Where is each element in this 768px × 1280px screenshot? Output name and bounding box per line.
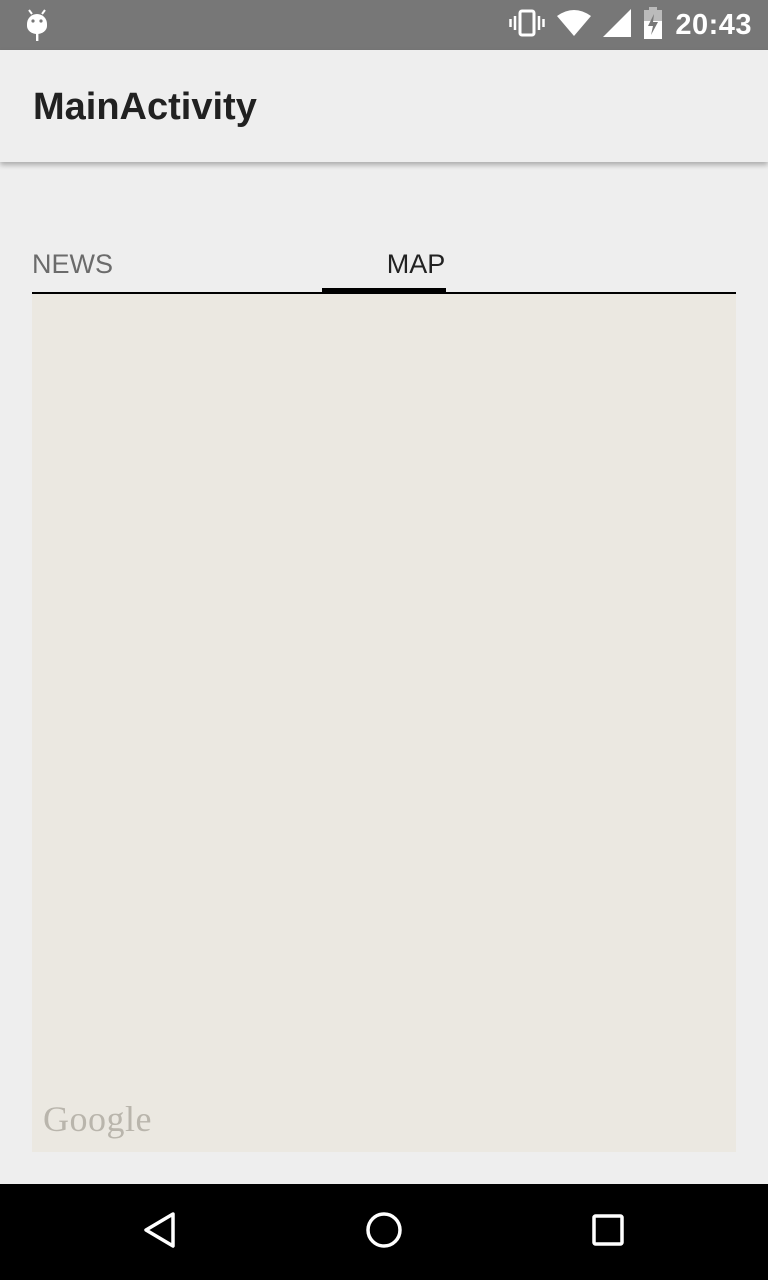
page-title: MainActivity xyxy=(33,86,257,128)
home-icon xyxy=(364,1210,404,1255)
back-icon xyxy=(140,1210,180,1255)
tab-news[interactable]: NEWS xyxy=(32,236,113,292)
tab-strip: NEWS MAP xyxy=(32,236,736,294)
map-view[interactable]: Google xyxy=(32,294,736,1152)
back-button[interactable] xyxy=(136,1208,184,1256)
status-icons: 20:43 xyxy=(509,0,752,50)
app-bar: MainActivity xyxy=(0,50,768,162)
vibrate-icon xyxy=(509,8,546,43)
recents-button[interactable] xyxy=(584,1208,632,1256)
battery-charging-icon xyxy=(643,6,663,44)
status-bar: 20:43 xyxy=(0,0,768,50)
navigation-bar xyxy=(0,1184,768,1280)
recents-icon xyxy=(588,1210,628,1255)
home-button[interactable] xyxy=(360,1208,408,1256)
signal-icon xyxy=(603,8,632,42)
map-attribution-logo: Google xyxy=(43,1099,152,1139)
wifi-icon xyxy=(557,9,592,41)
android-debug-icon xyxy=(24,8,50,42)
tab-map[interactable]: MAP xyxy=(354,236,478,292)
status-time: 20:43 xyxy=(675,8,752,41)
